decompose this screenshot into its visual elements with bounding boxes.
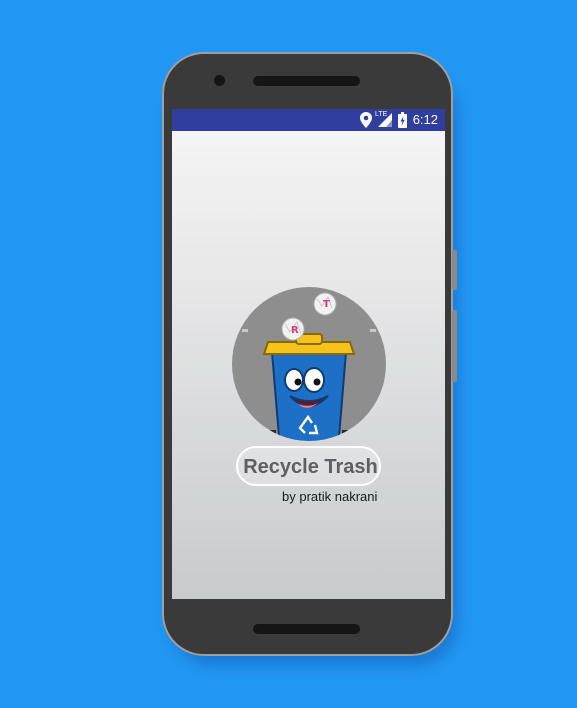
- power-button[interactable]: [452, 250, 457, 290]
- front-camera: [214, 75, 225, 86]
- bottom-speaker: [253, 624, 360, 634]
- recycle-bin-logo: R T: [232, 287, 386, 441]
- signal-icon: [378, 113, 392, 127]
- top-speaker: [253, 76, 360, 86]
- status-bar: LTE 6:12: [172, 109, 445, 131]
- app-title: Recycle Trash: [243, 456, 378, 478]
- app-screen[interactable]: LTE 6:12 R T Recycle Trash by pratik nak…: [172, 109, 445, 599]
- logo-letter-t: T: [323, 299, 330, 310]
- status-time: 6:12: [412, 112, 438, 127]
- app-title-badge: Recycle Trash: [236, 446, 381, 486]
- battery-icon: [398, 112, 407, 128]
- location-icon: [360, 112, 372, 128]
- logo-letter-r: R: [291, 325, 299, 336]
- volume-button[interactable]: [452, 310, 457, 382]
- author-byline: by pratik nakrani: [282, 489, 378, 504]
